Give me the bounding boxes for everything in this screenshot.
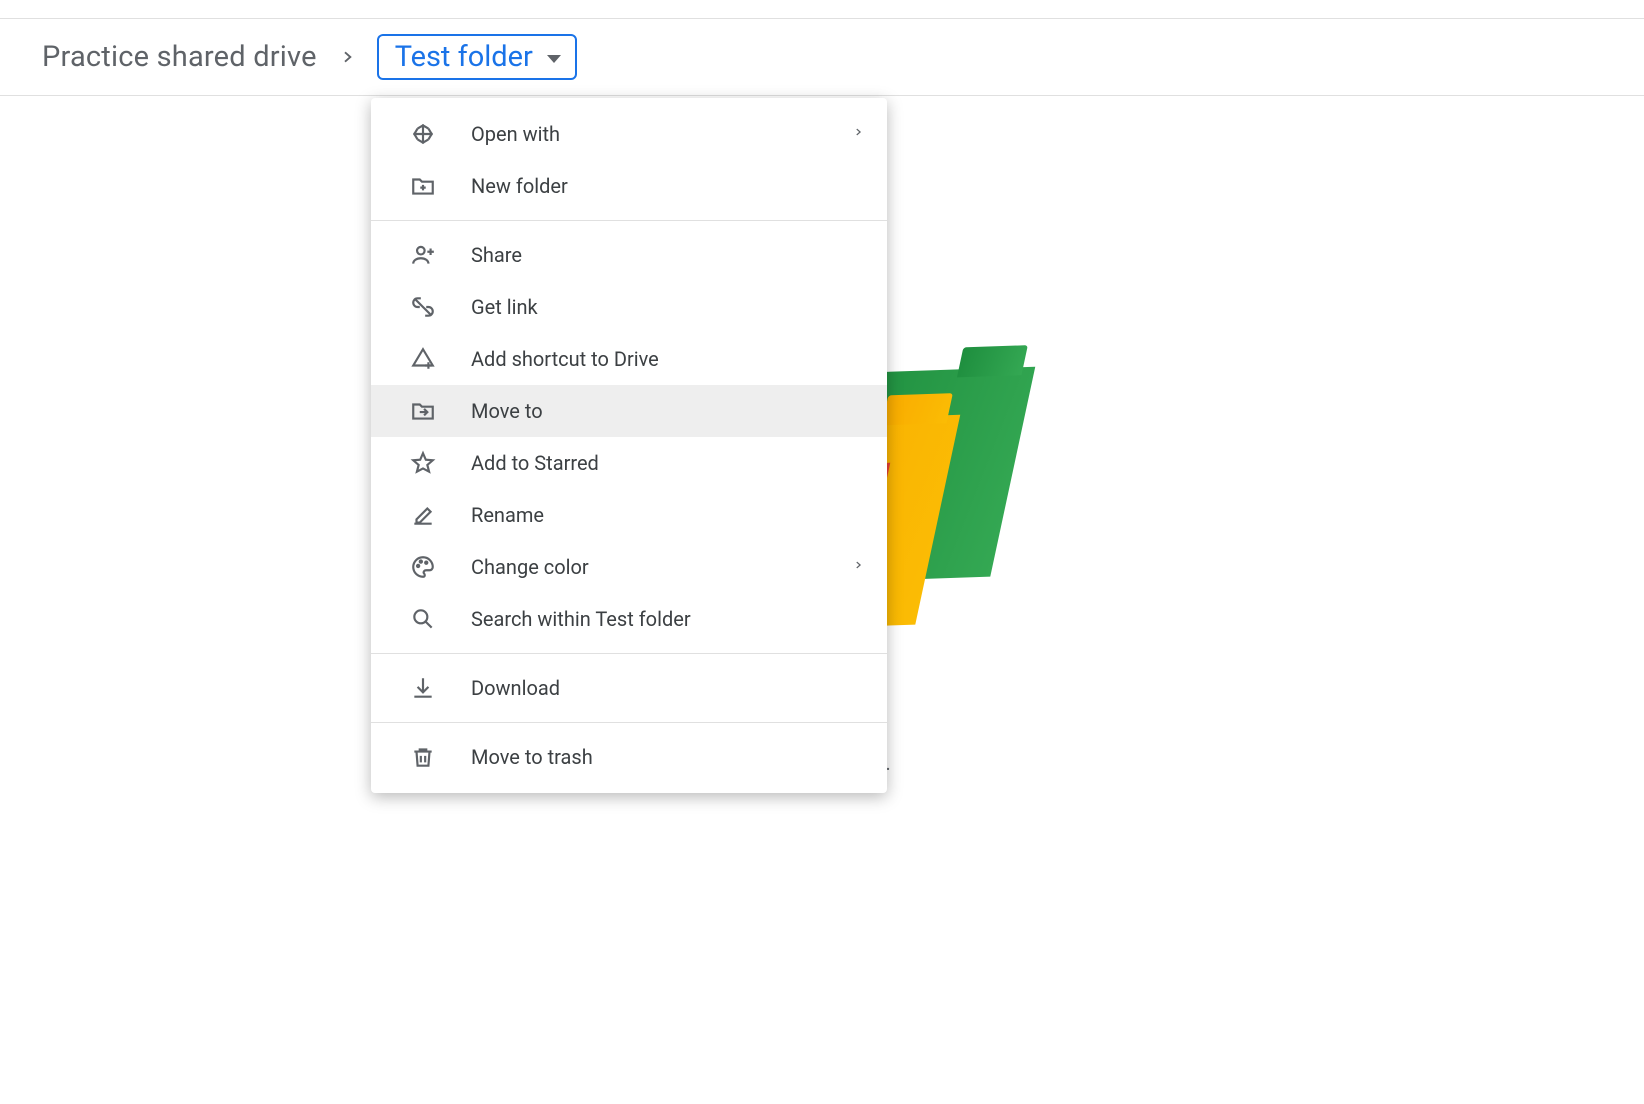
- menu-share-label: Share: [471, 243, 522, 267]
- breadcrumb-current-label: Test folder: [395, 40, 533, 74]
- menu-add-starred-label: Add to Starred: [471, 451, 599, 475]
- menu-share[interactable]: Share: [371, 229, 887, 281]
- palette-icon: [409, 553, 437, 581]
- menu-move-to-trash-label: Move to trash: [471, 745, 593, 769]
- menu-rename-label: Rename: [471, 503, 544, 527]
- menu-add-shortcut-label: Add shortcut to Drive: [471, 347, 659, 371]
- menu-separator: [371, 653, 887, 654]
- drive-shortcut-icon: [409, 345, 437, 373]
- breadcrumb-bar: Practice shared drive Test folder: [0, 18, 1644, 96]
- chevron-right-icon: [339, 43, 355, 71]
- menu-change-color-label: Change color: [471, 555, 589, 579]
- menu-add-shortcut[interactable]: Add shortcut to Drive: [371, 333, 887, 385]
- menu-get-link-label: Get link: [471, 295, 538, 319]
- menu-move-to-trash[interactable]: Move to trash: [371, 731, 887, 783]
- breadcrumb-current-folder-button[interactable]: Test folder: [377, 34, 577, 80]
- trash-icon: [409, 743, 437, 771]
- menu-open-with[interactable]: Open with: [371, 108, 887, 160]
- rename-icon: [409, 501, 437, 529]
- menu-new-folder-label: New folder: [471, 174, 568, 198]
- chevron-right-icon: [853, 122, 863, 146]
- menu-open-with-label: Open with: [471, 122, 560, 146]
- caret-down-icon: [547, 55, 561, 63]
- share-icon: [409, 241, 437, 269]
- menu-move-to[interactable]: Move to: [371, 385, 887, 437]
- star-icon: [409, 449, 437, 477]
- new-folder-icon: [409, 172, 437, 200]
- menu-change-color[interactable]: Change color: [371, 541, 887, 593]
- menu-download-label: Download: [471, 676, 560, 700]
- menu-rename[interactable]: Rename: [371, 489, 887, 541]
- open-with-icon: [409, 120, 437, 148]
- menu-download[interactable]: Download: [371, 662, 887, 714]
- menu-move-to-label: Move to: [471, 399, 543, 423]
- menu-separator: [371, 220, 887, 221]
- search-icon: [409, 605, 437, 633]
- menu-separator: [371, 722, 887, 723]
- folder-context-menu: Open with New folder Share Ge: [371, 98, 887, 793]
- chevron-right-icon: [853, 555, 863, 579]
- link-off-icon: [409, 293, 437, 321]
- move-to-icon: [409, 397, 437, 425]
- breadcrumb-parent[interactable]: Practice shared drive: [42, 40, 317, 74]
- menu-new-folder[interactable]: New folder: [371, 160, 887, 212]
- menu-get-link[interactable]: Get link: [371, 281, 887, 333]
- menu-add-starred[interactable]: Add to Starred: [371, 437, 887, 489]
- menu-search-within[interactable]: Search within Test folder: [371, 593, 887, 645]
- download-icon: [409, 674, 437, 702]
- menu-search-within-label: Search within Test folder: [471, 607, 691, 631]
